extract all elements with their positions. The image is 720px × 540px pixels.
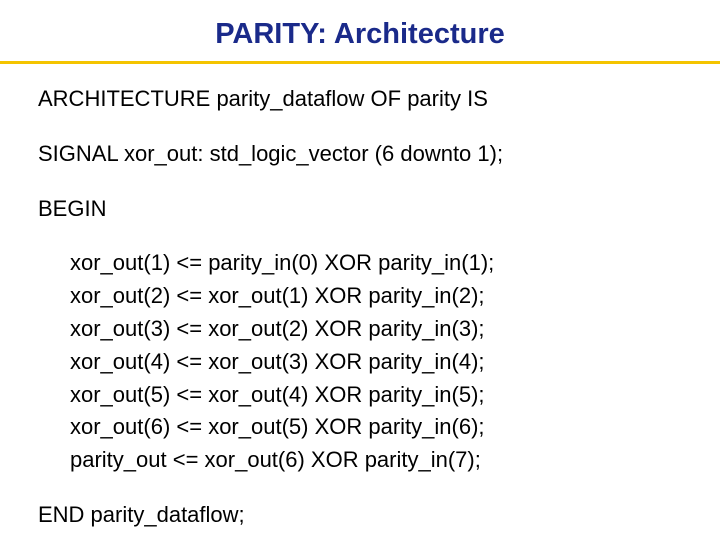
code-assign-4: xor_out(4) <= xor_out(3) XOR parity_in(4… (70, 347, 688, 378)
blank-line (32, 478, 688, 500)
code-assign-3: xor_out(3) <= xor_out(2) XOR parity_in(3… (70, 314, 688, 345)
code-arch-decl: ARCHITECTURE parity_dataflow OF parity I… (38, 84, 688, 115)
blank-line (32, 172, 688, 194)
code-assign-out: parity_out <= xor_out(6) XOR parity_in(7… (70, 445, 688, 476)
code-assign-5: xor_out(5) <= xor_out(4) XOR parity_in(5… (70, 380, 688, 411)
code-begin: BEGIN (38, 194, 688, 225)
blank-line (32, 226, 688, 248)
blank-line (32, 117, 688, 139)
code-end: END parity_dataflow; (38, 500, 688, 531)
code-assign-6: xor_out(6) <= xor_out(5) XOR parity_in(6… (70, 412, 688, 443)
code-signal-decl: SIGNAL xor_out: std_logic_vector (6 down… (38, 139, 688, 170)
title-divider (0, 61, 720, 64)
code-assign-2: xor_out(2) <= xor_out(1) XOR parity_in(2… (70, 281, 688, 312)
slide-title: PARITY: Architecture (32, 18, 688, 51)
code-assign-1: xor_out(1) <= parity_in(0) XOR parity_in… (70, 248, 688, 279)
